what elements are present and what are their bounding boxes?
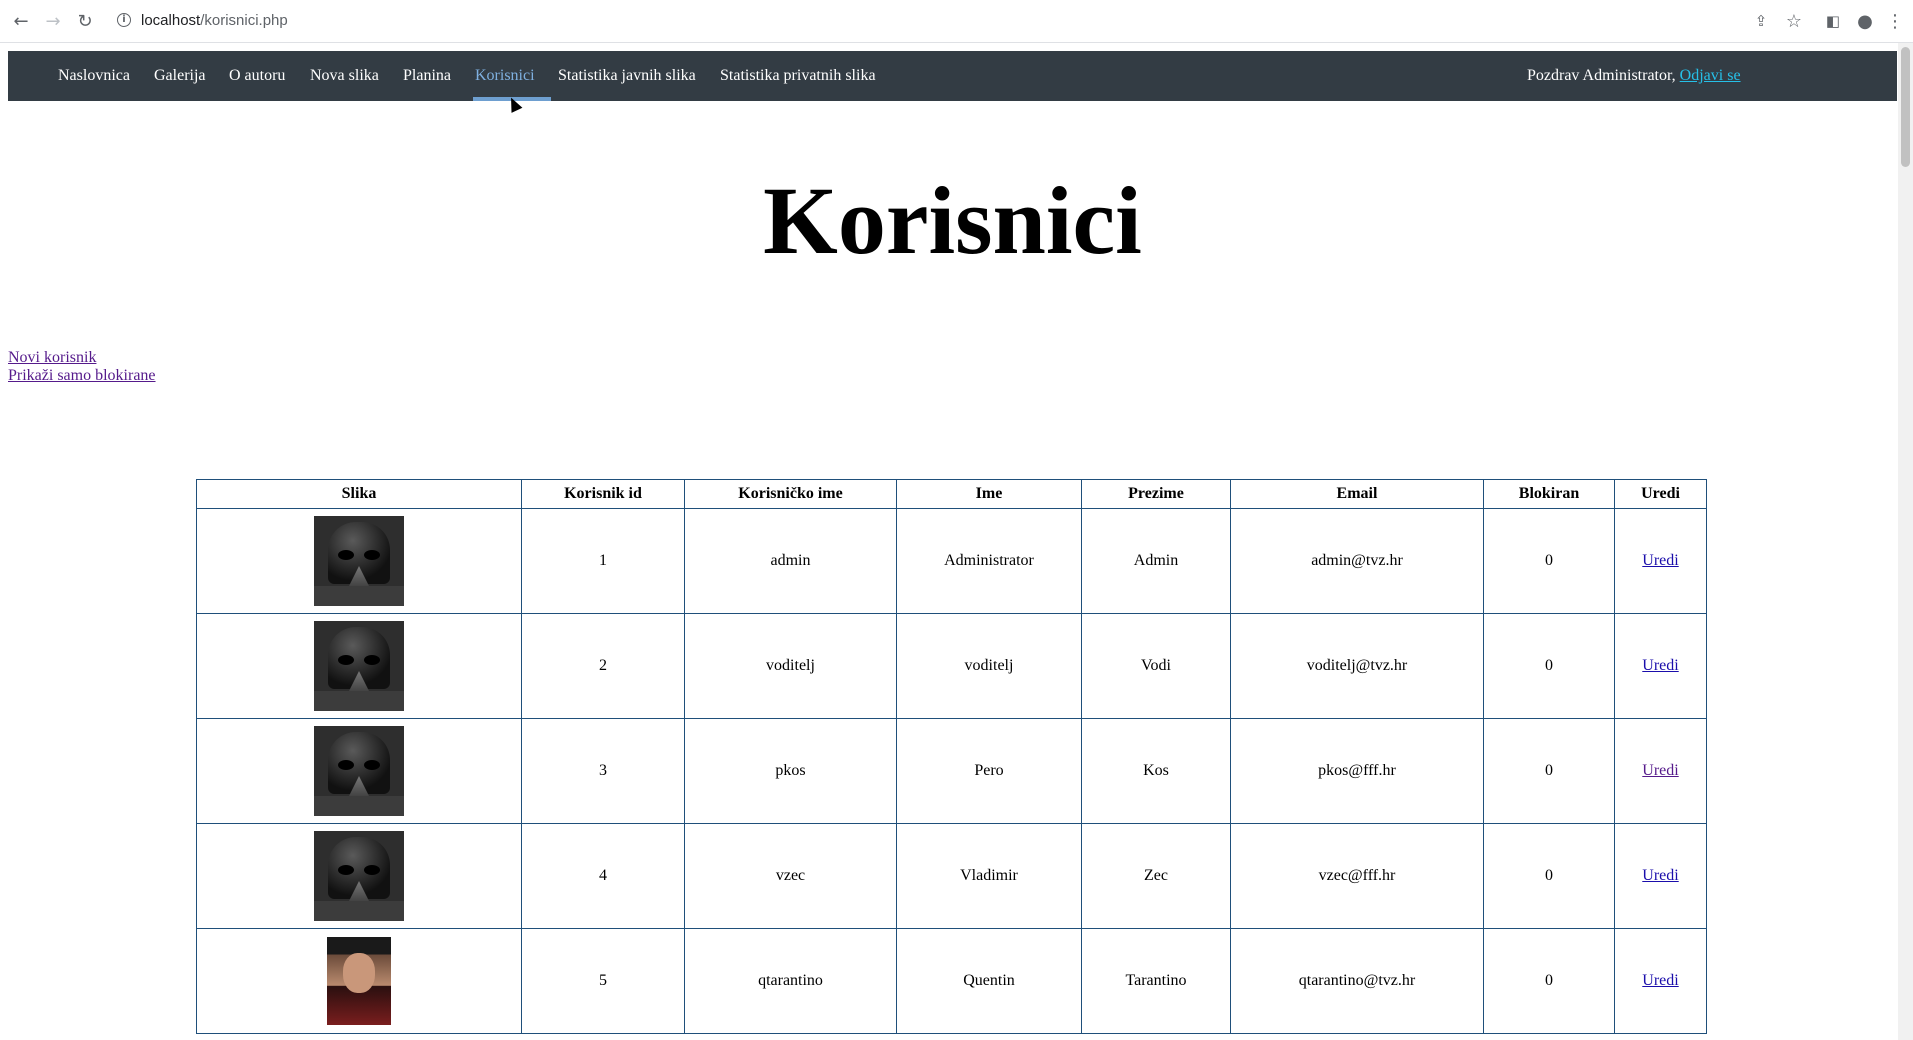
edit-cell: Uredi [1614, 613, 1707, 719]
main-navbar: Naslovnica Galerija O autoru Nova slika … [8, 51, 1897, 101]
avatar [314, 516, 404, 606]
edit-cell: Uredi [1614, 508, 1707, 614]
address-bar[interactable]: localhost/korisnici.php [141, 10, 288, 32]
nav-item-planina[interactable]: Planina [403, 51, 451, 101]
avatar-cell [196, 718, 522, 824]
avatar-cell [196, 823, 522, 929]
cell-email: vzec@fff.hr [1230, 823, 1484, 929]
user-greeting: Pozdrav Administrator, Odjavi se [1527, 51, 1741, 101]
edit-cell: Uredi [1614, 718, 1707, 824]
logout-link[interactable]: Odjavi se [1680, 67, 1741, 84]
col-header-ime: Ime [896, 479, 1082, 509]
cell-email: qtarantino@tvz.hr [1230, 928, 1484, 1034]
cell-last-name: Kos [1081, 718, 1231, 824]
edit-cell: Uredi [1614, 823, 1707, 929]
cell-blocked: 0 [1483, 613, 1615, 719]
table-row: 4 vzec Vladimir Zec vzec@fff.hr 0 Uredi [196, 823, 1707, 929]
cell-email: pkos@fff.hr [1230, 718, 1484, 824]
avatar [314, 831, 404, 921]
cell-username: pkos [684, 718, 897, 824]
avatar-cell [196, 508, 522, 614]
nav-item-korisnici[interactable]: Korisnici [475, 51, 535, 101]
col-header-uredi: Uredi [1614, 479, 1707, 509]
edit-link[interactable]: Uredi [1642, 552, 1678, 569]
col-header-prezime: Prezime [1081, 479, 1231, 509]
avatar [314, 621, 404, 711]
nav-item-statistika-javnih[interactable]: Statistika javnih slika [558, 51, 696, 101]
share-icon[interactable]: ⇪ [1749, 9, 1773, 33]
action-links: Novi korisnik Prikaži samo blokirane [8, 349, 156, 385]
nav-item-naslovnica[interactable]: Naslovnica [58, 51, 130, 101]
cell-username: vzec [684, 823, 897, 929]
col-header-blokiran: Blokiran [1483, 479, 1615, 509]
edit-link[interactable]: Uredi [1642, 972, 1678, 989]
cell-username: voditelj [684, 613, 897, 719]
edit-link[interactable]: Uredi [1642, 867, 1678, 884]
table-row: 2 voditelj voditelj Vodi voditelj@tvz.hr… [196, 613, 1707, 719]
edit-link[interactable]: Uredi [1642, 762, 1678, 779]
url-host: localhost [141, 12, 201, 29]
table-row: 5 qtarantino Quentin Tarantino qtarantin… [196, 928, 1707, 1034]
cell-email: admin@tvz.hr [1230, 508, 1484, 614]
scrollbar-thumb[interactable] [1901, 47, 1910, 167]
nav-item-nova-slika[interactable]: Nova slika [310, 51, 379, 101]
col-header-username: Korisničko ime [684, 479, 897, 509]
cell-first-name: voditelj [896, 613, 1082, 719]
col-header-email: Email [1230, 479, 1484, 509]
bookmark-star-icon[interactable]: ☆ [1782, 9, 1806, 33]
col-header-id: Korisnik id [521, 479, 685, 509]
page-title: Korisnici [763, 167, 1142, 274]
show-blocked-link[interactable]: Prikaži samo blokirane [8, 367, 156, 385]
cell-id: 3 [521, 718, 685, 824]
cell-blocked: 0 [1483, 508, 1615, 614]
reload-icon[interactable]: ↻ [73, 9, 97, 33]
back-icon[interactable]: ← [9, 9, 33, 33]
cell-last-name: Tarantino [1081, 928, 1231, 1034]
cell-first-name: Quentin [896, 928, 1082, 1034]
cell-id: 2 [521, 613, 685, 719]
users-table: Slika Korisnik id Korisničko ime Ime Pre… [196, 479, 1707, 1034]
cell-last-name: Vodi [1081, 613, 1231, 719]
edit-link[interactable]: Uredi [1642, 657, 1678, 674]
avatar [327, 937, 391, 1025]
table-row: 1 admin Administrator Admin admin@tvz.hr… [196, 508, 1707, 614]
cell-first-name: Administrator [896, 508, 1082, 614]
forward-icon[interactable]: → [41, 9, 65, 33]
side-panel-icon[interactable]: ◧ [1821, 9, 1845, 33]
cell-id: 4 [521, 823, 685, 929]
url-path: /korisnici.php [200, 12, 288, 29]
avatar [314, 726, 404, 816]
cell-blocked: 0 [1483, 928, 1615, 1034]
col-header-slika: Slika [196, 479, 522, 509]
table-header-row: Slika Korisnik id Korisničko ime Ime Pre… [196, 479, 1707, 509]
cell-username: admin [684, 508, 897, 614]
cell-first-name: Vladimir [896, 823, 1082, 929]
cell-first-name: Pero [896, 718, 1082, 824]
edit-cell: Uredi [1614, 928, 1707, 1034]
menu-kebab-icon[interactable]: ⋮ [1883, 9, 1907, 33]
nav-item-galerija[interactable]: Galerija [154, 51, 206, 101]
new-user-link[interactable]: Novi korisnik [8, 349, 156, 367]
cell-blocked: 0 [1483, 823, 1615, 929]
cell-last-name: Zec [1081, 823, 1231, 929]
greeting-text: Pozdrav Administrator, [1527, 67, 1680, 84]
cell-blocked: 0 [1483, 718, 1615, 824]
table-row: 3 pkos Pero Kos pkos@fff.hr 0 Uredi [196, 718, 1707, 824]
browser-toolbar: ← → ↻ i localhost/korisnici.php ⇪ ☆ ◧ ● … [0, 0, 1913, 43]
nav-item-statistika-privatnih[interactable]: Statistika privatnih slika [720, 51, 876, 101]
avatar-cell [196, 928, 522, 1034]
cell-last-name: Admin [1081, 508, 1231, 614]
nav-item-o-autoru[interactable]: O autoru [229, 51, 285, 101]
cell-username: qtarantino [684, 928, 897, 1034]
profile-icon[interactable]: ● [1853, 9, 1877, 33]
cell-id: 5 [521, 928, 685, 1034]
cell-id: 1 [521, 508, 685, 614]
site-info-icon[interactable]: i [117, 13, 131, 27]
avatar-cell [196, 613, 522, 719]
cell-email: voditelj@tvz.hr [1230, 613, 1484, 719]
